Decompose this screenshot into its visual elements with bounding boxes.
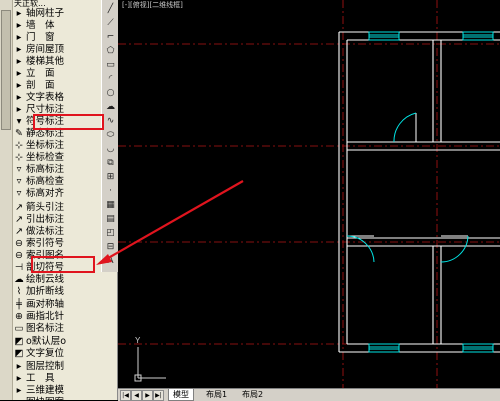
- tab-layout2[interactable]: 布局2: [238, 389, 267, 400]
- layout-tabs-bar: |◀ ◀ ▶ ▶| 模型 布局1 布局2: [118, 388, 500, 401]
- last-tab-button[interactable]: ▶|: [153, 390, 164, 401]
- next-tab-button[interactable]: ▶: [142, 390, 153, 401]
- tab-model[interactable]: 模型: [168, 389, 194, 401]
- prev-tab-button[interactable]: ◀: [131, 390, 142, 401]
- tab-layout1[interactable]: 布局1: [202, 389, 231, 400]
- first-tab-button[interactable]: |◀: [120, 390, 131, 401]
- annotation-arrow: [96, 180, 244, 265]
